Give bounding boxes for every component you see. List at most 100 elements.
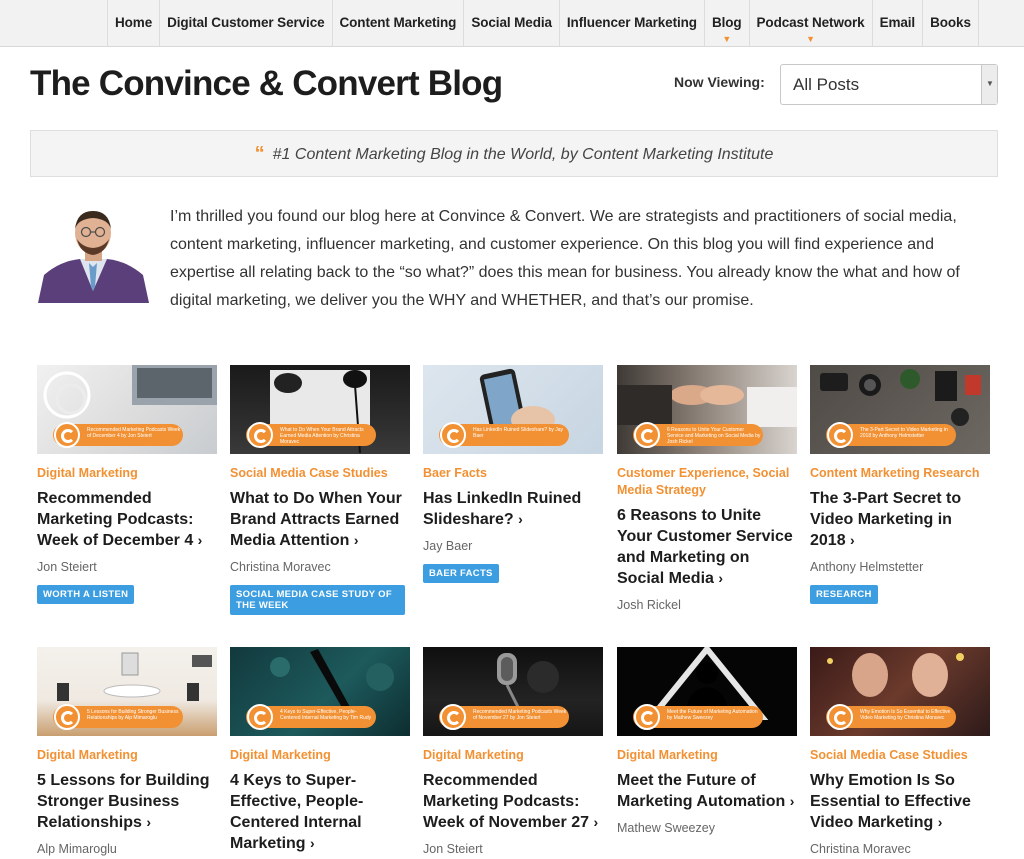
chevron-down-icon: ▼	[806, 34, 815, 44]
nav-item-influencer-marketing[interactable]: Influencer Marketing	[558, 0, 704, 47]
post-thumbnail[interactable]: 5 Lessons for Building Stronger Business…	[37, 647, 217, 736]
post-category[interactable]: Digital Marketing	[423, 747, 603, 764]
nav-label: Books	[930, 15, 971, 30]
post-title-text[interactable]: What to Do When Your Brand Attracts Earn…	[230, 490, 402, 549]
post-title[interactable]: What to Do When Your Brand Attracts Earn…	[230, 488, 410, 551]
chevron-right-icon: ›	[789, 793, 795, 809]
nav-item-podcast-network[interactable]: Podcast Network ▼	[748, 0, 872, 47]
post-title[interactable]: Why Emotion Is So Essential to Effective…	[810, 770, 990, 833]
post-thumbnail[interactable]: Recommended Marketing Podcasts Week of N…	[423, 647, 603, 736]
post-title-text[interactable]: Meet the Future of Marketing Automation	[617, 772, 785, 810]
brand-logo-icon	[827, 704, 853, 730]
post-category[interactable]: Social Media Case Studies	[230, 465, 410, 482]
post-card[interactable]: Has LinkedIn Ruined Slideshare? by Jay B…	[423, 365, 603, 583]
post-filter-select[interactable]: All Posts ▼	[780, 64, 998, 105]
author-photo	[30, 203, 157, 303]
nav-item-blog[interactable]: Blog ▼	[703, 0, 749, 47]
post-title[interactable]: Recommended Marketing Podcasts: Week of …	[423, 770, 603, 833]
nav-item-books[interactable]: Books	[922, 0, 979, 47]
select-toggle[interactable]: ▼	[981, 65, 997, 104]
nav-menu: Home Digital Customer Service Content Ma…	[107, 0, 979, 47]
post-title[interactable]: Has LinkedIn Ruined Slideshare? ›	[423, 488, 603, 530]
nav-label: Content Marketing	[339, 15, 457, 30]
post-title-text[interactable]: The 3-Part Secret to Video Marketing in …	[810, 490, 961, 549]
post-thumbnail[interactable]: Why Emotion Is So Essential to Effective…	[810, 647, 990, 736]
post-category[interactable]: Customer Experience, Social Media Strate…	[617, 465, 797, 499]
brand-logo-icon	[440, 422, 466, 448]
brand-logo-icon	[247, 704, 273, 730]
nav-label: Home	[115, 15, 153, 30]
post-thumbnail[interactable]: The 3-Part Secret to Video Marketing in …	[810, 365, 990, 454]
chevron-right-icon: ›	[353, 532, 359, 548]
nav-item-digital-customer-service[interactable]: Digital Customer Service	[159, 0, 331, 47]
post-card[interactable]: Meet the Future of Marketing Automation …	[617, 647, 797, 837]
brand-logo-icon	[247, 422, 273, 448]
post-filter-value: All Posts	[793, 75, 860, 94]
nav-item-home[interactable]: Home	[107, 0, 159, 47]
thumb-caption: 4 Keys to Super-Effective, People-Center…	[280, 709, 372, 721]
post-author: Jon Steiert	[423, 842, 483, 856]
post-thumbnail[interactable]: 6 Reasons to Unite Your Customer Service…	[617, 365, 797, 454]
post-author: Alp Mimaroglu	[37, 842, 117, 856]
post-title-text[interactable]: Has LinkedIn Ruined Slideshare?	[423, 490, 581, 528]
author-avatar	[30, 203, 157, 303]
post-category[interactable]: Digital Marketing	[37, 747, 217, 764]
post-title[interactable]: 6 Reasons to Unite Your Customer Service…	[617, 505, 797, 589]
post-category[interactable]: Digital Marketing	[37, 465, 217, 482]
post-card[interactable]: The 3-Part Secret to Video Marketing in …	[810, 365, 990, 604]
post-title[interactable]: 4 Keys to Super-Effective, People-Center…	[230, 770, 410, 854]
post-thumbnail[interactable]: Meet the Future of Marketing Automation …	[617, 647, 797, 736]
chevron-right-icon: ›	[593, 814, 599, 830]
post-tag[interactable]: BAER FACTS	[423, 564, 499, 583]
nav-item-email[interactable]: Email	[871, 0, 923, 47]
post-card[interactable]: What to Do When Your Brand Attracts Earn…	[230, 365, 410, 615]
post-card[interactable]: Recommended Marketing Podcasts Week of D…	[37, 365, 217, 604]
post-author: Mathew Sweezey	[617, 821, 715, 835]
quote-text: #1 Content Marketing Blog in the World, …	[272, 146, 774, 163]
chevron-right-icon: ›	[518, 511, 523, 527]
post-card[interactable]: Recommended Marketing Podcasts Week of N…	[423, 647, 603, 858]
post-title-text[interactable]: 4 Keys to Super-Effective, People-Center…	[230, 772, 363, 852]
brand-logo-icon	[54, 704, 80, 730]
post-card[interactable]: 6 Reasons to Unite Your Customer Service…	[617, 365, 797, 614]
nav-item-content-marketing[interactable]: Content Marketing	[331, 0, 464, 47]
nav-item-social-media[interactable]: Social Media	[463, 0, 559, 47]
post-author: Jon Steiert	[37, 560, 97, 574]
post-tag[interactable]: SOCIAL MEDIA CASE STUDY OF THE WEEK	[230, 585, 405, 615]
post-title[interactable]: Meet the Future of Marketing Automation …	[617, 770, 797, 812]
post-thumbnail[interactable]: Has LinkedIn Ruined Slideshare? by Jay B…	[423, 365, 603, 454]
brand-logo-icon	[634, 704, 660, 730]
post-title-text[interactable]: 5 Lessons for Building Stronger Business…	[37, 772, 209, 831]
post-category[interactable]: Social Media Case Studies	[810, 747, 990, 764]
thumb-caption: Why Emotion Is So Essential to Effective…	[860, 709, 951, 721]
post-card[interactable]: 5 Lessons for Building Stronger Business…	[37, 647, 217, 858]
post-category[interactable]: Content Marketing Research	[810, 465, 990, 482]
thumb-caption: Recommended Marketing Podcasts Week of D…	[87, 427, 181, 439]
post-title-text[interactable]: Why Emotion Is So Essential to Effective…	[810, 772, 971, 831]
nav-label: Email	[879, 15, 916, 30]
brand-logo-icon	[440, 704, 466, 730]
post-thumbnail[interactable]: Recommended Marketing Podcasts Week of D…	[37, 365, 217, 454]
nav-label: Social Media	[471, 15, 552, 30]
post-thumbnail[interactable]: What to Do When Your Brand Attracts Earn…	[230, 365, 410, 454]
post-card[interactable]: Why Emotion Is So Essential to Effective…	[810, 647, 990, 858]
quote-icon: “	[254, 143, 265, 165]
post-card[interactable]: 4 Keys to Super-Effective, People-Center…	[230, 647, 410, 854]
post-tag[interactable]: RESEARCH	[810, 585, 878, 604]
post-category[interactable]: Digital Marketing	[230, 747, 410, 764]
chevron-right-icon: ›	[850, 532, 855, 548]
post-title-text[interactable]: Recommended Marketing Podcasts: Week of …	[37, 490, 193, 549]
post-author: Josh Rickel	[617, 598, 681, 612]
brand-logo-icon	[634, 422, 660, 448]
post-category[interactable]: Baer Facts	[423, 465, 603, 482]
post-title[interactable]: Recommended Marketing Podcasts: Week of …	[37, 488, 217, 551]
post-tag[interactable]: WORTH A LISTEN	[37, 585, 135, 604]
post-title[interactable]: 5 Lessons for Building Stronger Business…	[37, 770, 217, 833]
thumb-caption: Meet the Future of Marketing Automation …	[667, 709, 758, 721]
post-category[interactable]: Digital Marketing	[617, 747, 797, 764]
thumb-caption: What to Do When Your Brand Attracts Earn…	[280, 427, 364, 445]
post-title-text[interactable]: 6 Reasons to Unite Your Customer Service…	[617, 507, 793, 587]
post-title-text[interactable]: Recommended Marketing Podcasts: Week of …	[423, 772, 589, 831]
post-title[interactable]: The 3-Part Secret to Video Marketing in …	[810, 488, 990, 551]
post-thumbnail[interactable]: 4 Keys to Super-Effective, People-Center…	[230, 647, 410, 736]
